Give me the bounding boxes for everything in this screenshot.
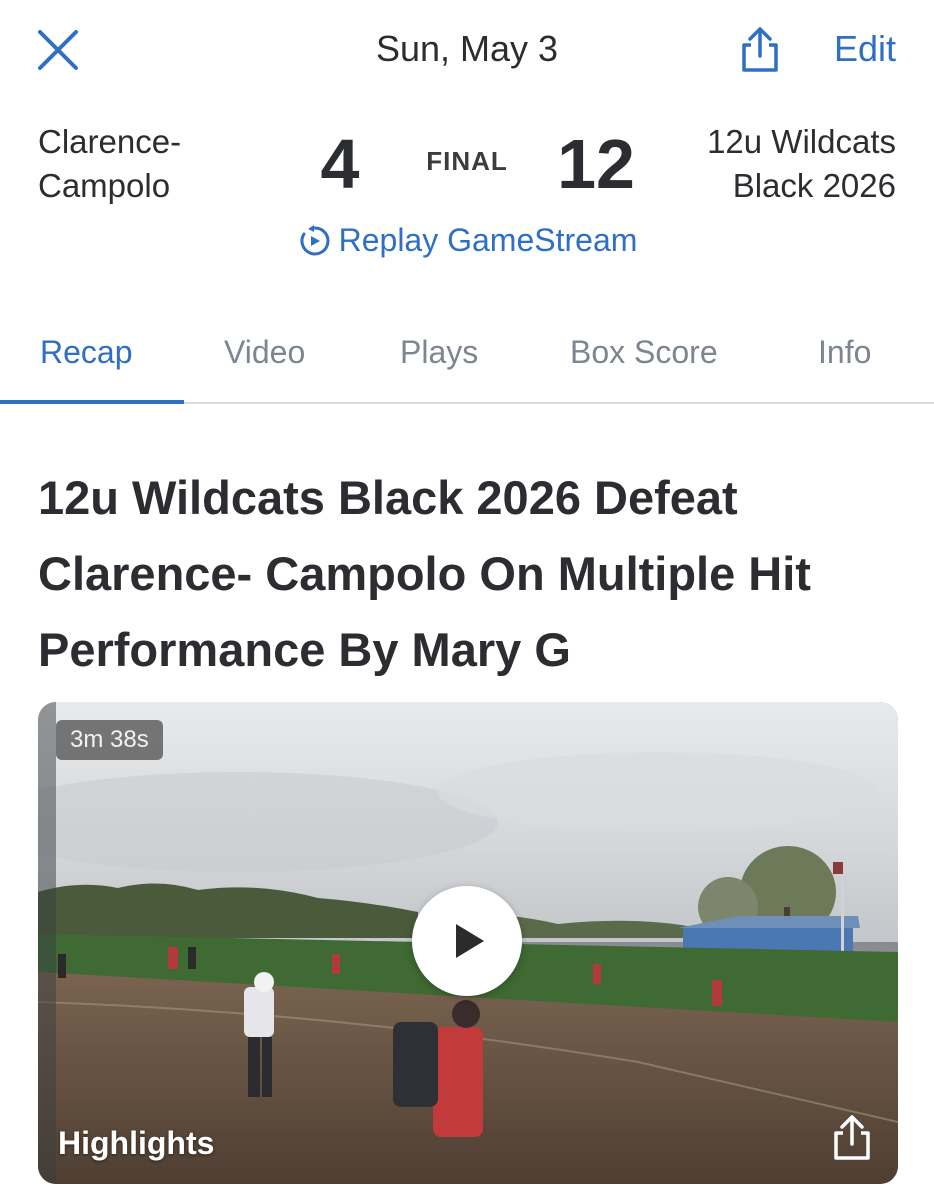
scoreboard: Clarence- Campolo 4 FINAL 12 12u Wildcat… — [0, 110, 934, 280]
video-share-button[interactable] — [826, 1112, 878, 1164]
recap-headline: 12u Wildcats Black 2026 Defeat Clarence-… — [38, 471, 811, 676]
replay-gamestream-link[interactable]: Replay GameStream — [0, 222, 934, 259]
highlights-video-card[interactable]: 3m 38s Highlights — [38, 702, 898, 1184]
tab-recap[interactable]: Recap — [40, 334, 133, 371]
replay-label: Replay GameStream — [338, 222, 638, 258]
tab-video[interactable]: Video — [224, 334, 305, 371]
tab-box-score[interactable]: Box Score — [570, 334, 718, 371]
away-score: 4 — [320, 125, 360, 203]
top-bar: Sun, May 3 Edit — [0, 0, 934, 100]
share-icon — [742, 27, 778, 72]
tab-info[interactable]: Info — [818, 334, 871, 371]
edit-button[interactable]: Edit — [834, 28, 896, 70]
game-status: FINAL — [426, 146, 508, 176]
tab-plays[interactable]: Plays — [400, 334, 478, 371]
home-team-name[interactable]: 12u Wildcats Black 2026 — [656, 120, 896, 208]
play-icon — [456, 924, 484, 958]
share-button[interactable] — [734, 24, 786, 76]
away-team-name[interactable]: Clarence- Campolo — [38, 120, 238, 208]
play-button[interactable] — [412, 886, 522, 996]
replay-icon — [300, 224, 330, 255]
active-tab-indicator — [0, 400, 184, 404]
tab-bar: Recap Video Plays Box Score Info — [0, 318, 934, 404]
game-date: Sun, May 3 — [375, 28, 559, 69]
home-score: 12 — [557, 125, 635, 203]
video-duration-badge: 3m 38s — [56, 720, 163, 760]
share-icon — [834, 1115, 870, 1160]
video-title: Highlights — [58, 1125, 215, 1161]
